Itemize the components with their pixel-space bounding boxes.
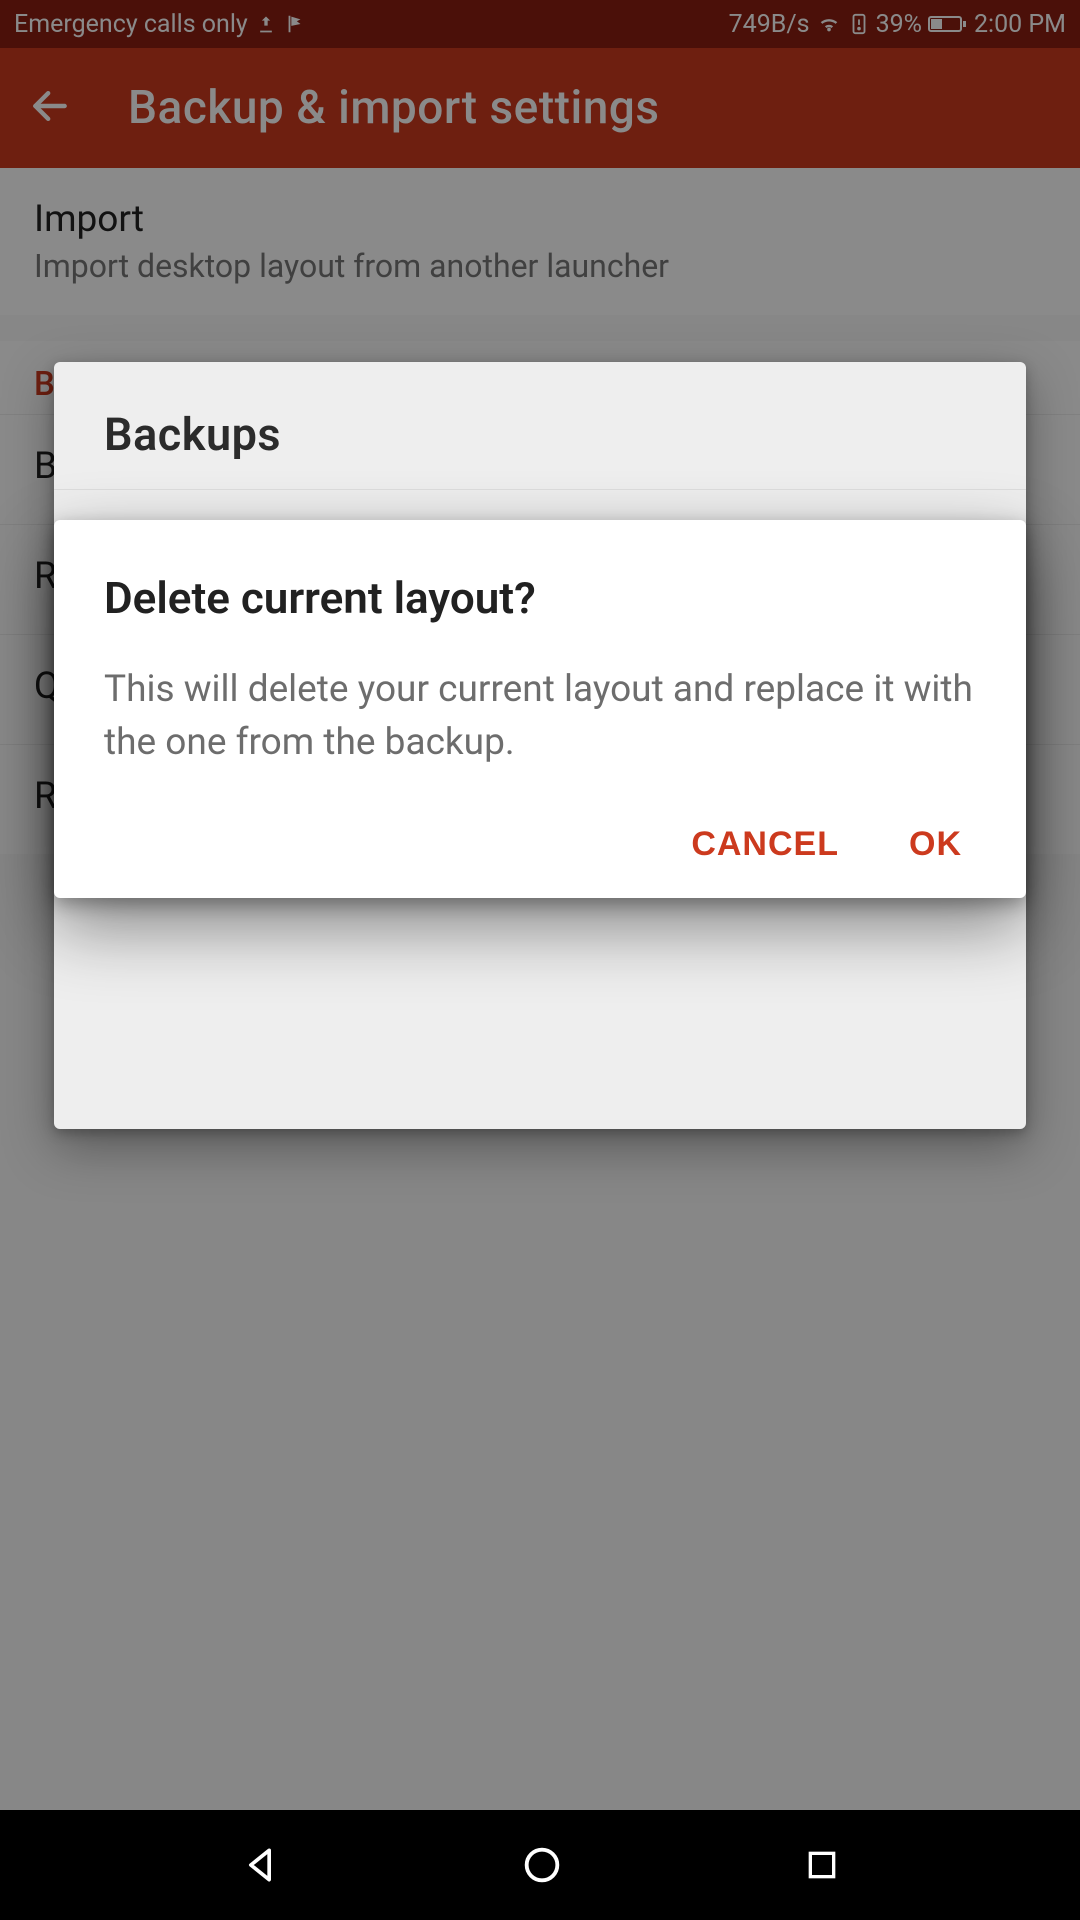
nav-recent-icon[interactable] [802,1845,842,1885]
navigation-bar [0,1810,1080,1920]
dialog-actions: CANCEL OK [104,825,976,864]
cancel-button[interactable]: CANCEL [691,825,839,864]
backups-sheet-row[interactable] [54,879,1026,1009]
nav-home-icon[interactable] [519,1842,565,1888]
dialog-body: This will delete your current layout and… [104,664,976,769]
confirm-dialog: Delete current layout? This will delete … [54,520,1026,898]
nav-back-icon[interactable] [238,1843,282,1887]
dialog-title: Delete current layout? [104,572,976,624]
ok-button[interactable]: OK [909,825,962,864]
backups-sheet-title: Backups [54,362,1026,489]
